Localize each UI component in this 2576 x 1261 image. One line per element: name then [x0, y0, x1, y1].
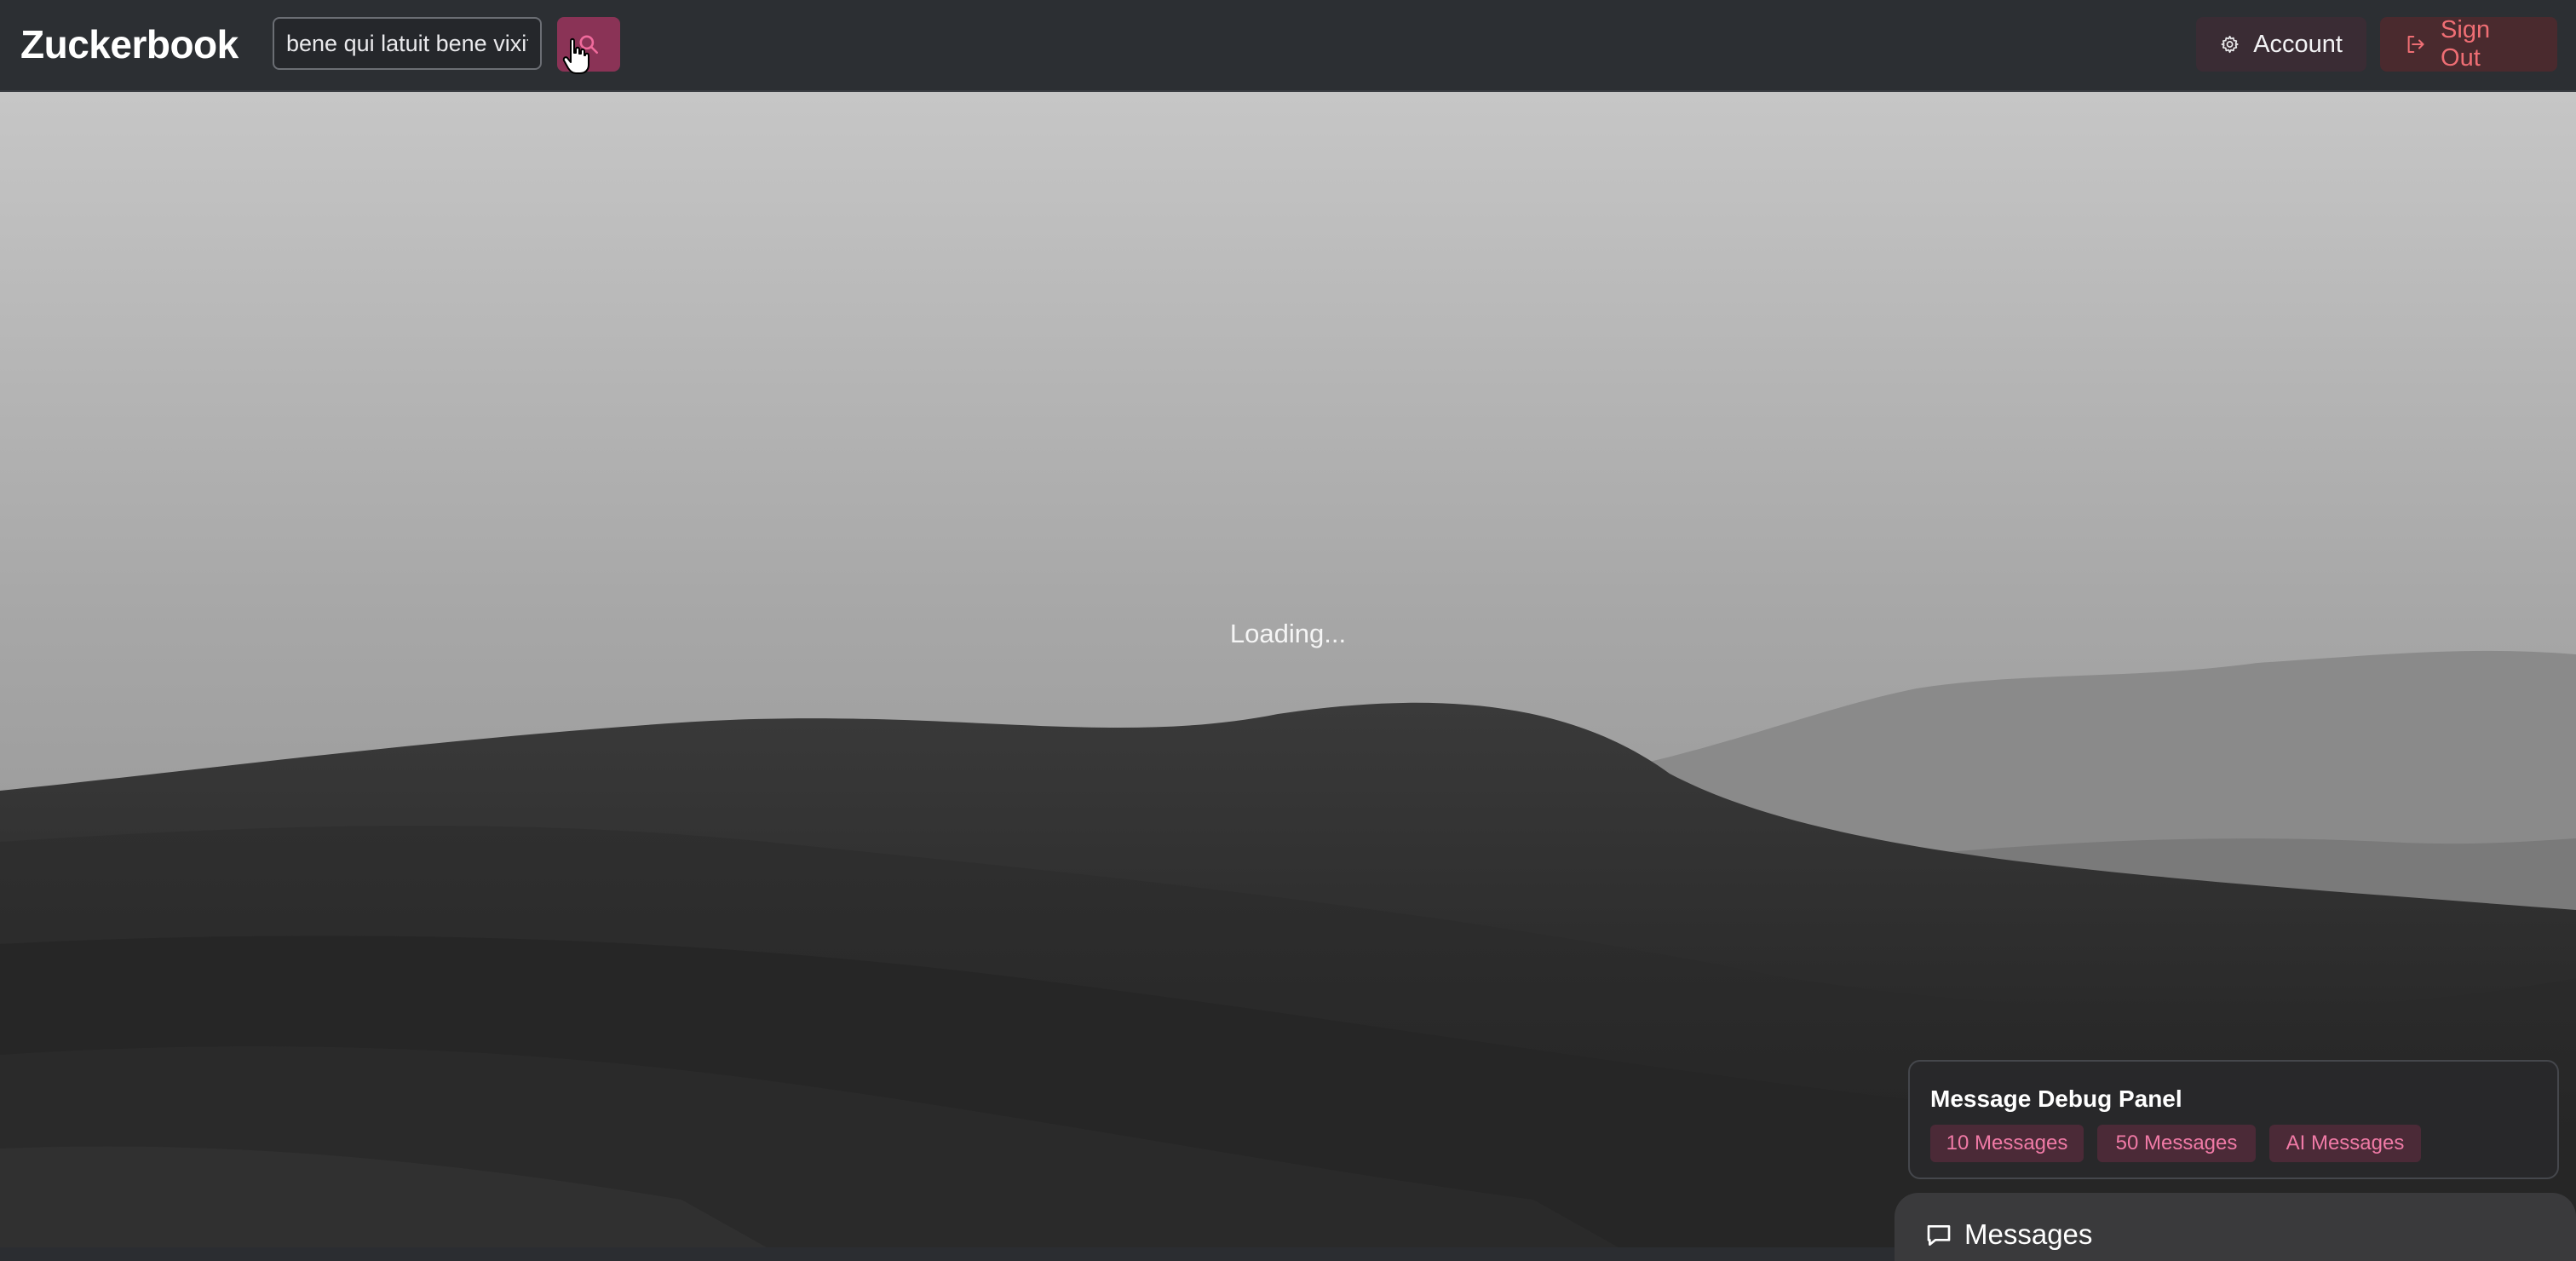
- account-label: Account: [2253, 30, 2343, 58]
- load-10-messages-button[interactable]: 10 Messages: [1930, 1125, 2084, 1162]
- sign-out-button[interactable]: Sign Out: [2380, 16, 2557, 72]
- load-50-messages-button[interactable]: 50 Messages: [2097, 1125, 2256, 1162]
- ai-messages-button[interactable]: AI Messages: [2269, 1125, 2421, 1162]
- account-button[interactable]: Account: [2196, 17, 2366, 72]
- messages-label: Messages: [1964, 1218, 2093, 1250]
- sign-out-label: Sign Out: [2441, 16, 2491, 72]
- debug-panel-title: Message Debug Panel: [1930, 1085, 2182, 1112]
- logout-icon: [2407, 35, 2424, 54]
- gear-icon: [2221, 35, 2239, 54]
- message-debug-panel: Message Debug Panel 10 Messages 50 Messa…: [1908, 1060, 2559, 1179]
- hand-pointer-cursor-icon: [562, 37, 589, 74]
- top-navbar: Zuckerbook Account Sign Out: [0, 0, 2576, 92]
- brand-logo[interactable]: Zuckerbook: [20, 17, 239, 72]
- search-input[interactable]: [273, 17, 542, 70]
- messages-dock[interactable]: Messages: [1895, 1193, 2576, 1261]
- loading-indicator: Loading...: [1229, 619, 1347, 648]
- chat-bubble-icon: [1927, 1225, 1951, 1246]
